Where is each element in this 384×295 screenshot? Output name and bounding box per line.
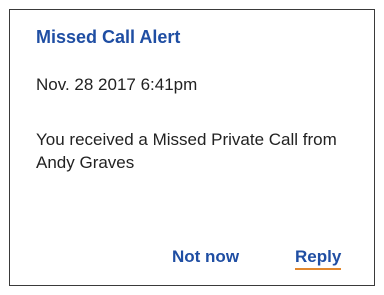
reply-button[interactable]: Reply <box>295 247 342 270</box>
alert-message: You received a Missed Private Call from … <box>36 130 337 172</box>
call-timestamp: Nov. 28 2017 6:41pm <box>36 75 198 94</box>
dialog-title: Missed Call Alert <box>36 27 181 47</box>
not-now-button[interactable]: Not now <box>172 247 239 267</box>
missed-call-alert-dialog: Missed Call Alert Nov. 28 2017 6:41pm Yo… <box>9 9 375 286</box>
